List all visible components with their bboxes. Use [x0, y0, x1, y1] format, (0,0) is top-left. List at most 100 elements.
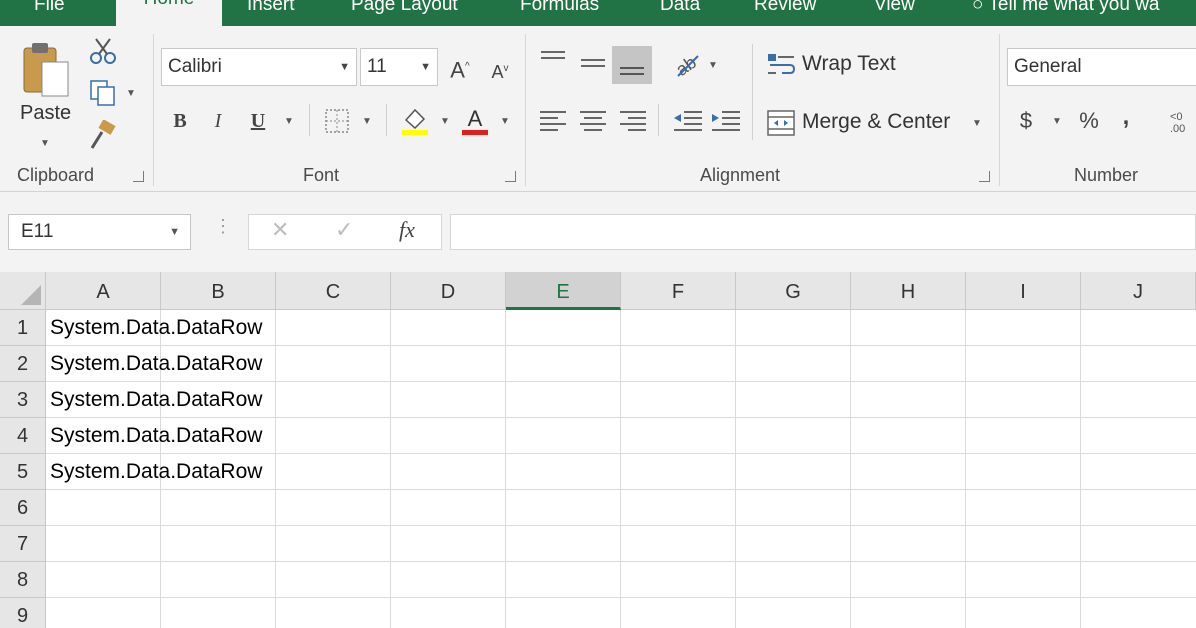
- drag-handle-icon[interactable]: ⋮: [214, 216, 232, 237]
- name-box-value: E11: [21, 221, 54, 242]
- wrap-text-label: Wrap Text: [802, 52, 896, 75]
- clipboard-launcher-icon[interactable]: [133, 171, 144, 182]
- underline-dropdown-icon[interactable]: ▼: [284, 116, 294, 127]
- alignment-group-label: Alignment: [700, 165, 781, 185]
- bottom-align-button[interactable]: [612, 46, 652, 84]
- row-header-7[interactable]: 7: [0, 526, 46, 562]
- tab-view[interactable]: View: [874, 0, 915, 20]
- comma-style-button[interactable]: ,: [1116, 104, 1136, 130]
- row-header-4[interactable]: 4: [0, 418, 46, 454]
- align-center-icon[interactable]: [578, 108, 608, 134]
- gridline: [46, 597, 1196, 598]
- number-format-value: General: [1014, 56, 1082, 77]
- top-align-icon[interactable]: [538, 46, 568, 76]
- gridline: [850, 310, 851, 628]
- column-header-f[interactable]: F: [621, 272, 736, 310]
- group-divider: [999, 34, 1000, 186]
- enter-icon[interactable]: ✓: [335, 217, 353, 243]
- font-size-select[interactable]: 11 ▼: [360, 48, 438, 86]
- gridline: [620, 310, 621, 628]
- copy-dropdown-icon[interactable]: ▼: [126, 88, 136, 99]
- fill-color-icon[interactable]: [400, 104, 430, 136]
- alignment-launcher-icon[interactable]: [979, 171, 990, 182]
- wrap-text-icon: [768, 54, 796, 74]
- wrap-text-button[interactable]: Wrap Text: [764, 48, 914, 82]
- row-header-5[interactable]: 5: [0, 454, 46, 490]
- decrease-indent-icon[interactable]: [672, 108, 704, 134]
- column-header-e[interactable]: E: [506, 272, 621, 310]
- currency-dropdown-icon[interactable]: ▼: [1052, 116, 1062, 127]
- gridline: [46, 561, 1196, 562]
- increase-decimal-icon[interactable]: <0 .00: [1166, 106, 1196, 134]
- column-header-b[interactable]: B: [161, 272, 276, 310]
- paste-label: Paste: [20, 102, 72, 124]
- row-header-6[interactable]: 6: [0, 490, 46, 526]
- ribbon: Paste ▼ ▼ Clipboard Calibri ▼ 11 ▼ A^ Av…: [0, 26, 1196, 192]
- tell-me-search[interactable]: ○ Tell me what you wa: [972, 0, 1160, 20]
- divider: [309, 104, 310, 136]
- select-all-button[interactable]: [0, 272, 46, 310]
- borders-dropdown-icon[interactable]: ▼: [362, 116, 372, 127]
- column-header-c[interactable]: C: [276, 272, 391, 310]
- formula-bar: E11 ▼ ⋮ ✕ ✓ fx: [0, 192, 1196, 272]
- chevron-down-icon: ▼: [420, 61, 431, 73]
- row-header-3[interactable]: 3: [0, 382, 46, 418]
- increase-indent-icon[interactable]: [710, 108, 742, 134]
- column-header-i[interactable]: I: [966, 272, 1081, 310]
- column-header-j[interactable]: J: [1081, 272, 1196, 310]
- cell-a1-text: System.Data.DataRow: [50, 316, 263, 339]
- name-box[interactable]: E11 ▼: [8, 214, 191, 250]
- font-color-dropdown-icon[interactable]: ▼: [500, 116, 510, 127]
- insert-function-button[interactable]: fx: [399, 217, 415, 243]
- formula-input[interactable]: [450, 214, 1196, 250]
- column-header-d[interactable]: D: [391, 272, 506, 310]
- paste-icon: [23, 43, 69, 97]
- svg-text:.00: .00: [1170, 123, 1185, 134]
- gridline: [275, 310, 276, 628]
- tab-data[interactable]: Data: [660, 0, 700, 20]
- currency-button[interactable]: $: [1014, 108, 1038, 134]
- borders-icon[interactable]: [324, 108, 350, 134]
- font-launcher-icon[interactable]: [505, 171, 516, 182]
- align-right-icon[interactable]: [618, 108, 648, 134]
- tab-formulas[interactable]: Formulas: [520, 0, 599, 20]
- number-format-select[interactable]: General: [1007, 48, 1196, 86]
- cut-icon[interactable]: [88, 36, 118, 66]
- middle-align-icon[interactable]: [578, 50, 608, 80]
- merge-center-button[interactable]: Merge & Center ▼: [764, 106, 990, 140]
- divider: [658, 104, 659, 136]
- gridline: [390, 310, 391, 628]
- column-header-h[interactable]: H: [851, 272, 966, 310]
- group-divider: [153, 34, 154, 186]
- copy-icon[interactable]: [88, 78, 118, 108]
- align-left-icon[interactable]: [538, 108, 568, 134]
- font-name-select[interactable]: Calibri ▼: [161, 48, 357, 86]
- format-painter-icon[interactable]: [88, 120, 118, 150]
- italic-button[interactable]: I: [206, 108, 230, 134]
- increase-font-size-icon[interactable]: A^: [446, 54, 474, 83]
- row-header-2[interactable]: 2: [0, 346, 46, 382]
- column-header-a[interactable]: A: [46, 272, 161, 310]
- orientation-dropdown-icon[interactable]: ▼: [708, 60, 718, 71]
- tab-insert[interactable]: Insert: [247, 0, 295, 20]
- row-header-1[interactable]: 1: [0, 310, 46, 346]
- orientation-icon[interactable]: ab: [672, 50, 704, 80]
- cell-a2-text: System.Data.DataRow: [50, 352, 263, 375]
- clipboard-group-label: Clipboard: [17, 165, 95, 185]
- font-color-icon[interactable]: A: [460, 104, 490, 136]
- underline-button[interactable]: U: [246, 108, 270, 134]
- paste-button[interactable]: Paste ▼: [14, 40, 78, 150]
- percent-button[interactable]: %: [1075, 108, 1103, 134]
- tab-home[interactable]: Home: [116, 0, 222, 26]
- column-header-g[interactable]: G: [736, 272, 851, 310]
- row-header-9[interactable]: 9: [0, 598, 46, 628]
- fill-color-dropdown-icon[interactable]: ▼: [440, 116, 450, 127]
- tab-page-layout[interactable]: Page Layout: [351, 0, 458, 20]
- decrease-font-size-icon[interactable]: Av: [486, 56, 514, 85]
- gridline: [965, 310, 966, 628]
- cancel-icon[interactable]: ✕: [271, 217, 289, 243]
- tab-file[interactable]: File: [34, 0, 65, 20]
- row-header-8[interactable]: 8: [0, 562, 46, 598]
- bold-button[interactable]: B: [168, 108, 192, 134]
- tab-review[interactable]: Review: [754, 0, 816, 20]
